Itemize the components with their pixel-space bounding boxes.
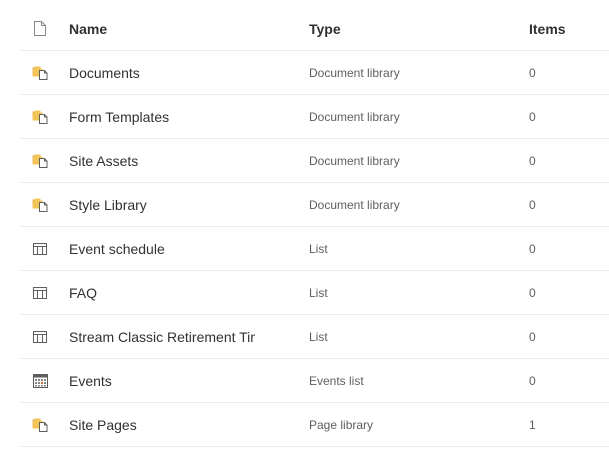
list-row[interactable]: FAQ List 0 bbox=[20, 271, 609, 315]
document-library-icon bbox=[20, 403, 60, 446]
list-row[interactable]: Stream Classic Retirement Tim List 0 bbox=[20, 315, 609, 359]
file-type-icon[interactable] bbox=[20, 7, 60, 50]
site-contents-list: Name Type Items Documents Document librar… bbox=[20, 7, 609, 447]
item-name-link[interactable]: Site Pages bbox=[69, 403, 255, 446]
item-name-link[interactable]: Style Library bbox=[69, 183, 255, 226]
item-count: 0 bbox=[529, 197, 536, 212]
item-count: 0 bbox=[529, 373, 536, 388]
list-icon bbox=[20, 271, 60, 314]
item-type: Events list bbox=[309, 373, 364, 388]
item-type: Document library bbox=[309, 153, 400, 168]
document-library-icon bbox=[20, 51, 60, 94]
item-name-link[interactable]: FAQ bbox=[69, 271, 255, 314]
list-header: Name Type Items bbox=[20, 7, 609, 51]
item-name-link[interactable]: Stream Classic Retirement Tim bbox=[69, 315, 255, 358]
item-type: Page library bbox=[309, 417, 374, 432]
calendar-icon bbox=[20, 359, 60, 402]
item-type: List bbox=[309, 329, 328, 344]
list-row[interactable]: Site Assets Document library 0 bbox=[20, 139, 609, 183]
item-count: 0 bbox=[529, 109, 536, 124]
item-type: Document library bbox=[309, 109, 400, 124]
list-row[interactable]: Documents Document library 0 bbox=[20, 51, 609, 95]
item-name-link[interactable]: Documents bbox=[69, 51, 255, 94]
column-header-type[interactable]: Type bbox=[309, 7, 509, 50]
item-type: Document library bbox=[309, 65, 400, 80]
item-name-link[interactable]: Form Templates bbox=[69, 95, 255, 138]
document-library-icon bbox=[20, 139, 60, 182]
item-type: Document library bbox=[309, 197, 400, 212]
item-type: List bbox=[309, 241, 328, 256]
list-row[interactable]: Site Pages Page library 1 bbox=[20, 403, 609, 447]
column-header-items[interactable]: Items bbox=[529, 7, 609, 50]
item-count: 0 bbox=[529, 241, 536, 256]
column-header-name[interactable]: Name bbox=[69, 7, 255, 50]
item-count: 1 bbox=[529, 417, 536, 432]
item-count: 0 bbox=[529, 285, 536, 300]
document-library-icon bbox=[20, 183, 60, 226]
list-row[interactable]: Events Events list 0 bbox=[20, 359, 609, 403]
item-count: 0 bbox=[529, 153, 536, 168]
item-name-link[interactable]: Site Assets bbox=[69, 139, 255, 182]
list-icon bbox=[20, 227, 60, 270]
list-row[interactable]: Form Templates Document library 0 bbox=[20, 95, 609, 139]
document-library-icon bbox=[20, 95, 60, 138]
list-row[interactable]: Event schedule List 0 bbox=[20, 227, 609, 271]
item-name-link[interactable]: Events bbox=[69, 359, 255, 402]
list-row[interactable]: Style Library Document library 0 bbox=[20, 183, 609, 227]
item-type: List bbox=[309, 285, 328, 300]
item-name-link[interactable]: Event schedule bbox=[69, 227, 255, 270]
item-count: 0 bbox=[529, 65, 536, 80]
list-icon bbox=[20, 315, 60, 358]
item-count: 0 bbox=[529, 329, 536, 344]
